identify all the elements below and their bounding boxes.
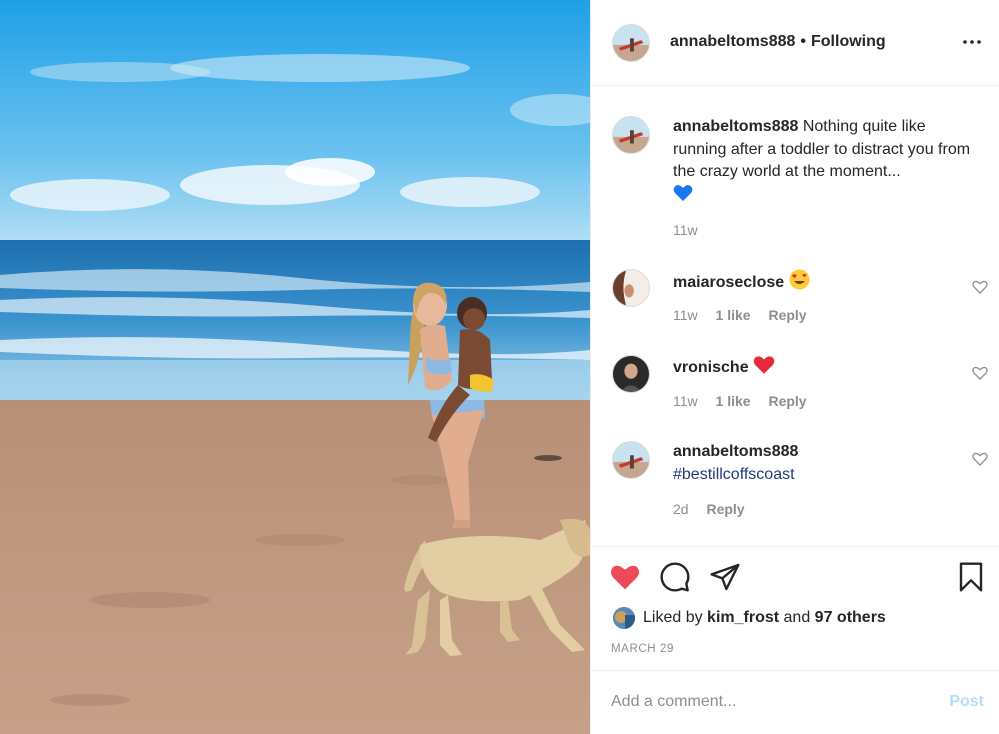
header-title: annabeltoms888 • Following <box>670 33 886 51</box>
portrait-avatar-icon <box>613 270 649 306</box>
reply-button[interactable]: Reply <box>768 393 806 409</box>
commenter-avatar[interactable] <box>612 269 650 307</box>
like-comment-heart-icon[interactable] <box>972 279 988 295</box>
commenter-avatar[interactable] <box>612 116 650 154</box>
post-actions: Liked by kim_frost and 97 others MARCH 2… <box>591 546 999 670</box>
comment-likes[interactable]: 1 like <box>716 307 751 323</box>
comment-meta: 11w 1 like Reply <box>673 393 821 409</box>
red-heart-icon <box>753 355 775 383</box>
liked-by-summary: Liked by kim_frost and 97 others <box>613 607 886 629</box>
author-username[interactable]: annabeltoms888 <box>670 33 795 50</box>
author-avatar[interactable] <box>612 24 650 62</box>
comment-username[interactable]: vronische <box>673 359 749 376</box>
comment-likes[interactable]: 1 like <box>716 393 751 409</box>
post-side-panel: annabeltoms888 • Following annabeltoms88… <box>590 0 999 734</box>
comment-text: annabeltoms888 #bestillcoffscoast <box>673 441 983 486</box>
share-paper-plane-icon[interactable] <box>709 561 741 593</box>
liked-by-prefix: Liked by <box>643 609 708 627</box>
like-comment-heart-icon[interactable] <box>972 451 988 467</box>
add-comment-input[interactable]: Add a comment... <box>611 693 736 711</box>
liked-by-user[interactable]: kim_frost <box>707 609 779 626</box>
comment-username[interactable]: annabeltoms888 <box>673 443 798 460</box>
liker-avatar[interactable] <box>613 607 635 629</box>
portrait-avatar-icon <box>613 356 649 392</box>
blue-heart-icon <box>673 184 693 210</box>
bookmark-icon[interactable] <box>955 561 987 593</box>
comment-username[interactable]: annabeltoms888 <box>673 118 798 135</box>
comment-text: maiaroseclose <box>673 269 983 298</box>
heart-eyes-icon <box>789 269 810 298</box>
surfer-avatar-icon <box>613 117 649 153</box>
more-options-icon[interactable] <box>960 30 984 54</box>
comment-age: 11w <box>673 307 698 323</box>
post-photo[interactable] <box>0 0 590 734</box>
commenter-avatar[interactable] <box>612 355 650 393</box>
comment-text: vronische <box>673 355 983 383</box>
like-heart-icon[interactable] <box>609 561 641 593</box>
comment-meta: 11w 1 like Reply <box>673 307 821 323</box>
add-comment-bar: Add a comment... Post <box>591 670 999 734</box>
like-comment-heart-icon[interactable] <box>972 365 988 381</box>
reply-button[interactable]: Reply <box>706 501 744 517</box>
comment-meta: 2d Reply <box>673 501 759 517</box>
comment-meta: 11w <box>673 222 712 238</box>
comment-bubble-icon[interactable] <box>659 561 691 593</box>
header-separator: • <box>800 33 806 50</box>
liked-by-others[interactable]: 97 others <box>815 609 886 626</box>
commenter-avatar[interactable] <box>612 441 650 479</box>
comment-age: 11w <box>673 393 698 409</box>
comment-age: 11w <box>673 222 698 238</box>
beach-photo-illustration <box>0 0 590 734</box>
follow-status-button[interactable]: Following <box>811 33 886 50</box>
hashtag-link[interactable]: #bestillcoffscoast <box>673 466 795 483</box>
post-header: annabeltoms888 • Following <box>591 0 999 86</box>
surfer-avatar-icon <box>613 442 649 478</box>
caption-text: annabeltoms888 Nothing quite like runnin… <box>673 116 983 209</box>
comment-age: 2d <box>673 501 689 517</box>
comments-list: annabeltoms888 Nothing quite like runnin… <box>591 86 999 546</box>
comment-username[interactable]: maiaroseclose <box>673 274 784 291</box>
post-date[interactable]: MARCH 29 <box>611 643 674 655</box>
surfer-avatar-icon <box>613 25 649 61</box>
ellipsis-icon <box>963 40 981 44</box>
reply-button[interactable]: Reply <box>768 307 806 323</box>
liked-by-and: and <box>779 609 815 627</box>
post-comment-button[interactable]: Post <box>949 693 984 711</box>
